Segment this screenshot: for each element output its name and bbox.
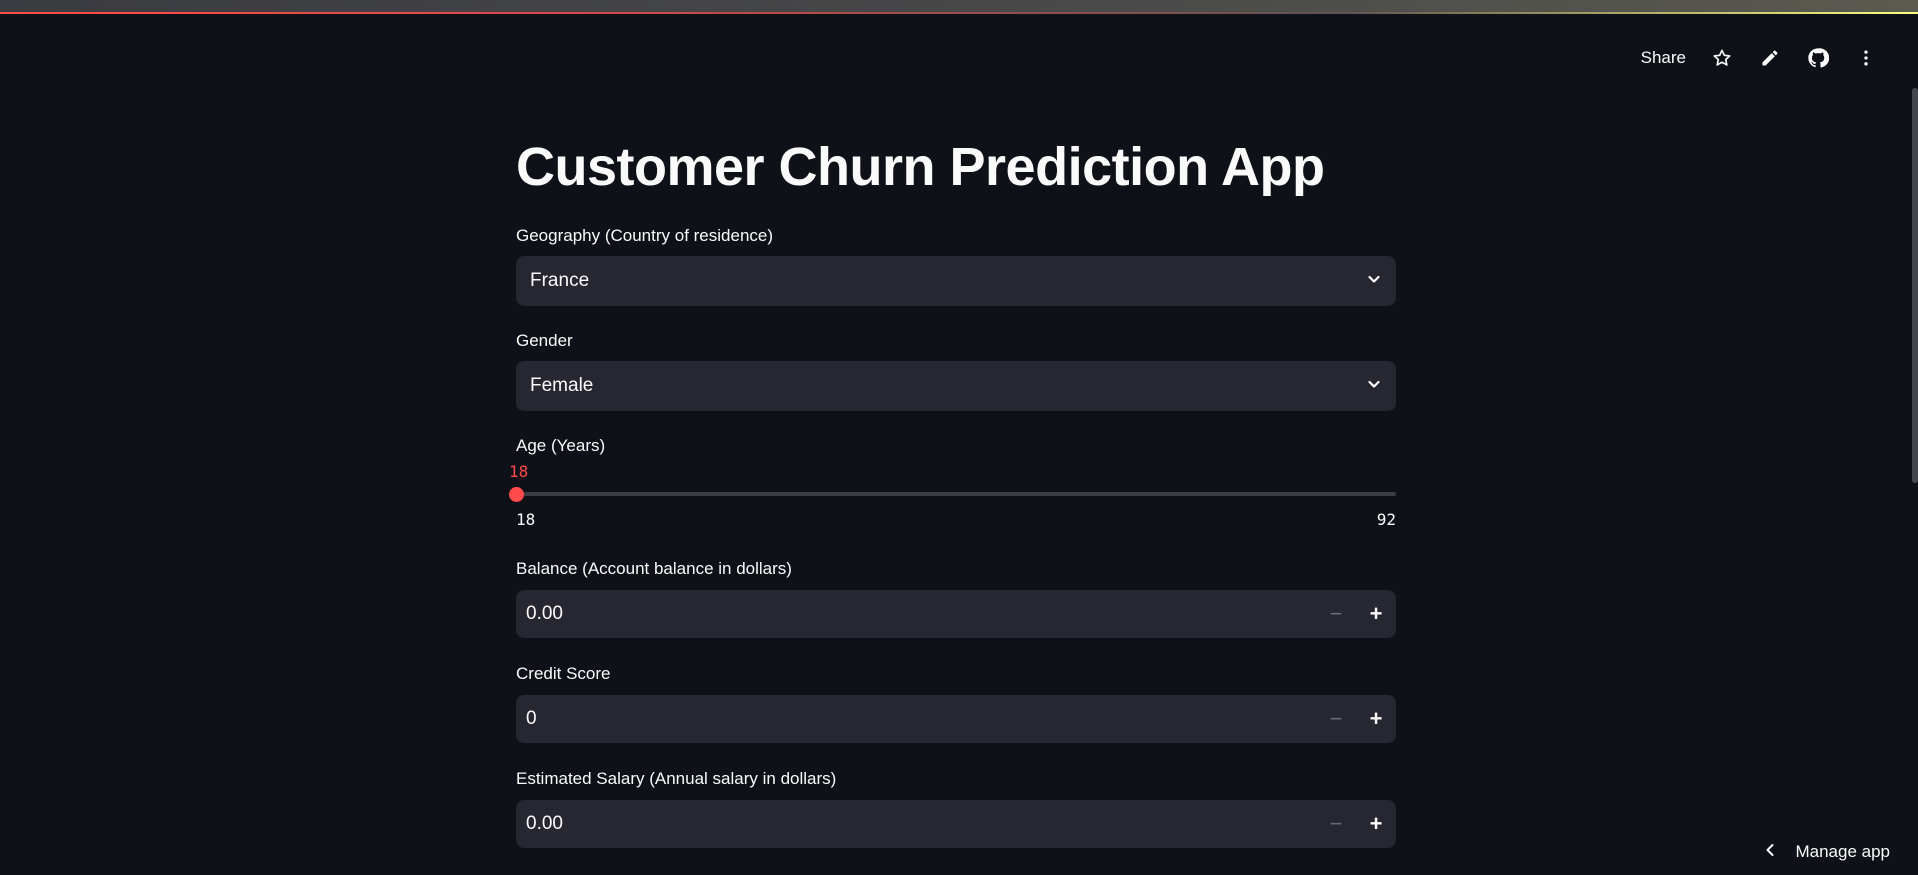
age-slider-thumb[interactable] xyxy=(509,487,524,502)
header-decoration-bar xyxy=(0,0,1918,14)
share-button[interactable]: Share xyxy=(1641,48,1686,68)
age-slider-max: 92 xyxy=(1376,510,1396,529)
credit-score-increment-button[interactable]: + xyxy=(1356,695,1396,743)
age-slider-range: 18 92 xyxy=(516,510,1396,529)
age-slider[interactable]: 18 xyxy=(509,462,1396,502)
chevron-down-icon xyxy=(1366,271,1382,292)
salary-input[interactable]: 0.00 xyxy=(516,813,1316,835)
age-label: Age (Years) xyxy=(516,436,606,455)
chevron-left-icon xyxy=(1763,842,1777,862)
age-slider-track[interactable] xyxy=(516,492,1396,496)
salary-decrement-button[interactable]: − xyxy=(1316,800,1356,848)
app-toolbar: Share xyxy=(1641,44,1878,72)
credit-score-input[interactable]: 0 xyxy=(516,708,1316,730)
gender-selected-value: Female xyxy=(530,375,594,396)
salary-label: Estimated Salary (Annual salary in dolla… xyxy=(516,769,837,788)
manage-app-button[interactable]: Manage app xyxy=(1763,839,1890,865)
balance-input[interactable]: 0.00 xyxy=(516,603,1316,625)
age-slider-min: 18 xyxy=(516,510,536,529)
manage-app-label: Manage app xyxy=(1795,842,1890,861)
more-vertical-icon[interactable] xyxy=(1854,46,1878,70)
pencil-icon[interactable] xyxy=(1758,46,1782,70)
geography-selected-value: France xyxy=(530,270,590,291)
geography-label: Geography (Country of residence) xyxy=(516,226,774,245)
page-title: Customer Churn Prediction App xyxy=(516,137,1325,197)
page-scrollbar[interactable] xyxy=(1912,88,1918,483)
credit-score-number-input: 0 − + xyxy=(516,695,1396,743)
github-icon[interactable] xyxy=(1806,46,1830,70)
gender-label: Gender xyxy=(516,331,573,350)
age-slider-value: 18 xyxy=(509,462,529,481)
salary-number-input: 0.00 − + xyxy=(516,800,1396,848)
gender-select[interactable]: Female xyxy=(516,361,1396,411)
credit-score-label: Credit Score xyxy=(516,664,611,683)
balance-label: Balance (Account balance in dollars) xyxy=(516,559,792,578)
credit-score-decrement-button[interactable]: − xyxy=(1316,695,1356,743)
balance-decrement-button[interactable]: − xyxy=(1316,590,1356,638)
balance-number-input: 0.00 − + xyxy=(516,590,1396,638)
geography-select[interactable]: France xyxy=(516,256,1396,306)
star-icon[interactable] xyxy=(1710,46,1734,70)
salary-increment-button[interactable]: + xyxy=(1356,800,1396,848)
chevron-down-icon xyxy=(1366,376,1382,397)
balance-increment-button[interactable]: + xyxy=(1356,590,1396,638)
